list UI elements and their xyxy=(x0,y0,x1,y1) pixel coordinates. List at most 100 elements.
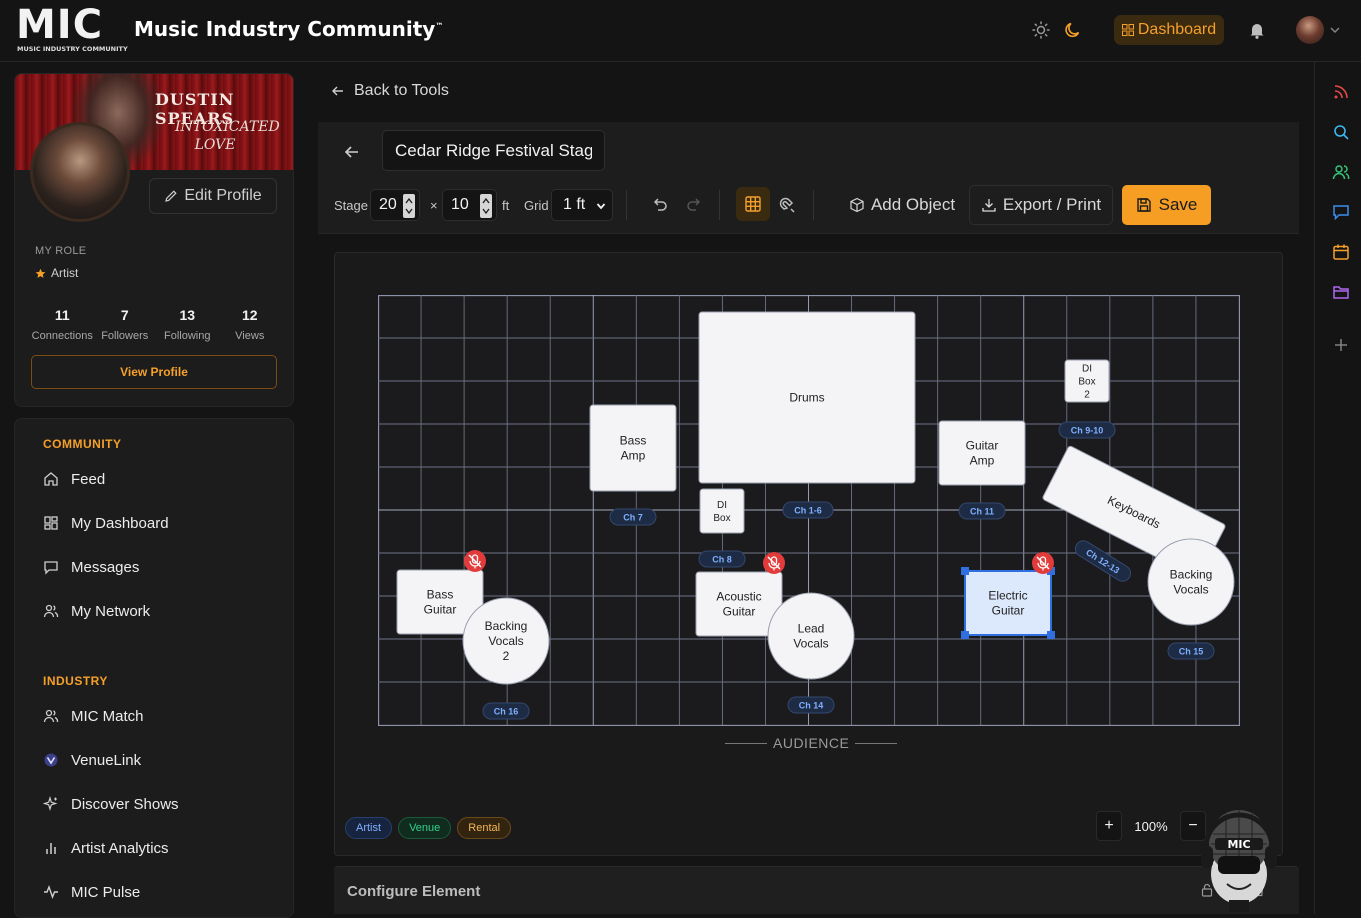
rss-icon[interactable] xyxy=(1332,83,1350,101)
resize-handle[interactable] xyxy=(961,567,969,575)
nav-item-venuelink[interactable]: VenueLink xyxy=(43,749,141,771)
plot-name-input[interactable] xyxy=(382,130,605,171)
stage-object-backing-vocals-2[interactable]: BackingVocals2 xyxy=(462,597,550,685)
channel-badge[interactable]: Ch 7 xyxy=(609,508,657,526)
profile-avatar[interactable] xyxy=(30,122,130,222)
view-profile-button[interactable]: View Profile xyxy=(31,355,277,389)
stat-value: 13 xyxy=(179,307,196,323)
back-to-tools-link[interactable]: Back to Tools xyxy=(331,82,449,100)
stage-width-input[interactable]: 20 xyxy=(370,189,420,221)
zoom-level: 100% xyxy=(1134,818,1168,834)
object-label: DI xyxy=(717,500,727,511)
bell-icon[interactable] xyxy=(1247,20,1267,40)
calendar-icon[interactable] xyxy=(1332,243,1350,261)
object-label: Box xyxy=(713,513,730,524)
nav-label: Artist Analytics xyxy=(71,839,169,857)
stat-label: Views xyxy=(235,330,265,342)
stat-views[interactable]: 12 Views xyxy=(219,307,282,342)
nav-item-my-dashboard[interactable]: My Dashboard xyxy=(43,512,169,534)
resize-handle[interactable] xyxy=(1047,631,1055,639)
stage-object-backing-vocals[interactable]: BackingVocals xyxy=(1147,538,1235,626)
nav-card: COMMUNITY Feed My Dashboard Messages My … xyxy=(14,418,294,918)
match-icon xyxy=(43,709,59,723)
nav-item-mic-pulse[interactable]: MIC Pulse xyxy=(43,881,140,903)
object-label: Vocals xyxy=(1173,583,1208,597)
nav-item-my-network[interactable]: My Network xyxy=(43,600,150,622)
stat-followers[interactable]: 7 Followers xyxy=(94,307,157,342)
save-button[interactable]: Save xyxy=(1122,185,1211,225)
stage-object-lead-vocals[interactable]: LeadVocals xyxy=(767,592,855,680)
channel-badge[interactable]: Ch 8 xyxy=(698,550,746,568)
chat-icon[interactable] xyxy=(1332,203,1350,221)
channel-badge[interactable]: Ch 11 xyxy=(958,502,1006,520)
redo-icon[interactable] xyxy=(685,196,703,214)
stage-object-di-box-2[interactable]: DI Box 2 xyxy=(1064,359,1110,403)
nav-label: MIC Match xyxy=(71,707,144,725)
edit-profile-label: Edit Profile xyxy=(184,187,262,204)
nav-item-discover-shows[interactable]: Discover Shows xyxy=(43,793,179,815)
channel-badge[interactable]: Ch 1-6 xyxy=(782,501,834,519)
divider xyxy=(626,190,627,220)
stage-object-guitar-amp[interactable]: GuitarAmp xyxy=(938,420,1026,486)
mic-muted-icon[interactable] xyxy=(464,550,486,572)
back-to-tools-label: Back to Tools xyxy=(354,82,449,99)
dashboard-button[interactable]: Dashboard xyxy=(1114,15,1224,45)
chevron-down-icon[interactable] xyxy=(1329,24,1341,36)
mic-logo[interactable]: MIC MUSIC INDUSTRY COMMUNITY xyxy=(16,2,128,54)
stage-object-di-box[interactable]: DI Box xyxy=(699,488,745,534)
chevron-down-icon xyxy=(596,203,606,210)
object-label: Backing xyxy=(1170,568,1213,582)
grid-toggle-button[interactable] xyxy=(736,187,770,221)
mic-muted-icon[interactable] xyxy=(763,552,785,574)
stat-label: Connections xyxy=(31,330,93,342)
object-label: 2 xyxy=(1084,390,1090,401)
undo-icon[interactable] xyxy=(651,196,669,214)
sun-icon[interactable] xyxy=(1031,20,1051,40)
users-icon[interactable] xyxy=(1332,163,1350,181)
nav-label: Discover Shows xyxy=(71,795,179,813)
add-object-button[interactable]: Add Object xyxy=(834,185,970,225)
logo-subtext: MUSIC INDUSTRY COMMUNITY xyxy=(17,45,128,53)
object-label: Vocals xyxy=(793,637,828,651)
grid-size-select[interactable]: 1 ft xyxy=(551,189,613,221)
user-avatar[interactable] xyxy=(1296,16,1324,44)
edit-profile-button[interactable]: Edit Profile xyxy=(149,178,277,214)
stepper-icon[interactable] xyxy=(480,194,492,218)
nav-item-feed[interactable]: Feed xyxy=(43,468,105,490)
zoom-in-button[interactable]: + xyxy=(1096,811,1122,841)
stat-connections[interactable]: 11 Connections xyxy=(31,307,94,342)
stage-object-drums[interactable]: Drums xyxy=(698,311,916,484)
object-label: Drums xyxy=(789,391,824,405)
nav-item-mic-match[interactable]: MIC Match xyxy=(43,705,144,727)
object-label: Amp xyxy=(970,454,995,468)
mic-mascot-icon[interactable]: MIC xyxy=(1198,804,1280,912)
stepper-icon[interactable] xyxy=(403,194,415,218)
save-label: Save xyxy=(1158,195,1198,214)
moon-icon[interactable] xyxy=(1063,20,1083,40)
channel-badge[interactable]: Ch 15 xyxy=(1167,642,1215,660)
arrow-left-icon[interactable] xyxy=(343,143,361,161)
search-icon[interactable] xyxy=(1332,123,1350,141)
sparkle-icon xyxy=(43,796,58,812)
home-icon xyxy=(44,472,58,486)
export-print-button[interactable]: Export / Print xyxy=(969,185,1113,225)
channel-badge[interactable]: Ch 9-10 xyxy=(1058,421,1116,439)
channel-badge[interactable]: Ch 14 xyxy=(787,696,835,714)
mic-muted-icon[interactable] xyxy=(1032,552,1054,574)
stage-canvas[interactable]: Drums Bass Amp DI Box Guitar Amp DI Box 2 Keyboard… xyxy=(334,252,1283,856)
stage-depth-input[interactable]: 10 xyxy=(442,189,497,221)
channel-badge[interactable]: Ch 16 xyxy=(482,702,530,720)
nav-label: MIC Pulse xyxy=(71,883,141,901)
stat-following[interactable]: 13 Following xyxy=(156,307,219,342)
resize-handle[interactable] xyxy=(961,631,969,639)
pulse-icon xyxy=(44,885,58,899)
snap-magnet-icon[interactable] xyxy=(779,196,797,214)
nav-item-artist-analytics[interactable]: Artist Analytics xyxy=(43,837,169,859)
stage-object-bass-amp[interactable]: BassAmp xyxy=(589,404,677,492)
zoom-controls: + 100% − xyxy=(1096,811,1206,841)
configure-element-panel: Configure Element xyxy=(334,866,1299,914)
plus-icon[interactable] xyxy=(1332,336,1350,354)
stage-plot[interactable]: DrumsBassAmpDIBoxGuitarAmpDIBox2Keyboard… xyxy=(378,295,1240,726)
folder-icon[interactable] xyxy=(1332,283,1350,301)
nav-item-messages[interactable]: Messages xyxy=(43,556,139,578)
